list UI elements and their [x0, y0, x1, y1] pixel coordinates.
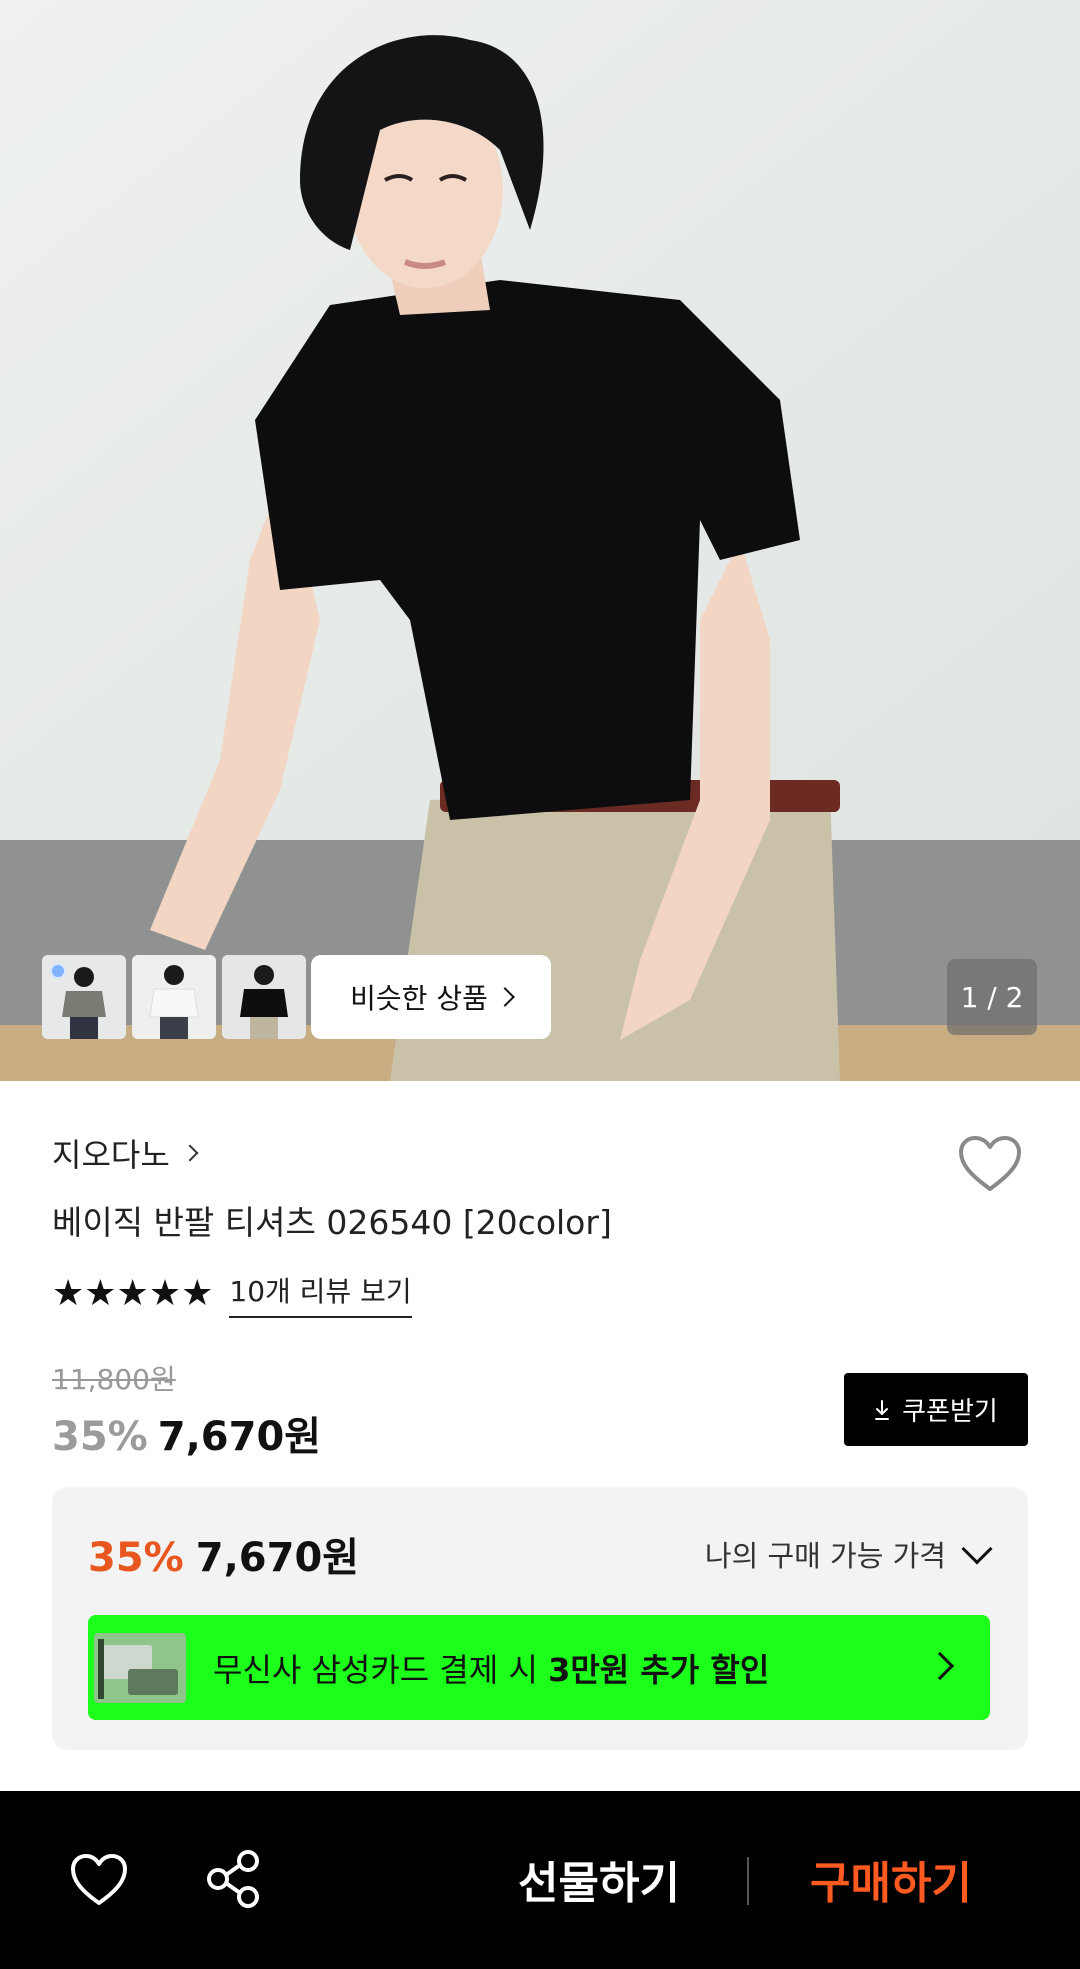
product-photo: [0, 0, 1080, 1081]
similar-products-label: 비슷한 상품: [350, 982, 488, 1015]
review-link[interactable]: 10개 리뷰 보기: [229, 1270, 412, 1318]
similar-products-button[interactable]: 비슷한 상품: [311, 955, 551, 1039]
selected-dot-icon: [50, 963, 66, 979]
promo-text-prefix: 무신사 삼성카드 결제 시: [213, 1651, 549, 1689]
thumbnail-3[interactable]: [222, 955, 306, 1039]
divider: [747, 1857, 749, 1905]
my-price-toggle[interactable]: 나의 구매 가능 가격: [704, 1533, 993, 1575]
my-price-value: 7,670원: [195, 1535, 360, 1581]
original-price: 11,800원: [52, 1363, 176, 1396]
product-image-carousel[interactable]: 비슷한 상품 1 / 2: [0, 0, 1080, 1081]
chevron-right-icon: [925, 1651, 955, 1681]
my-discount-percent: 35%: [88, 1535, 184, 1581]
download-icon: [875, 1399, 890, 1420]
card-promo-image: [88, 1615, 198, 1720]
coupon-download-button[interactable]: 쿠폰받기: [844, 1373, 1028, 1446]
promo-text: 무신사 삼성카드 결제 시 3만원 추가 할인: [213, 1645, 769, 1691]
coupon-label: 쿠폰받기: [902, 1397, 998, 1427]
gift-button[interactable]: 선물하기: [518, 1847, 680, 1911]
star-rating: ★★★★★: [52, 1273, 214, 1314]
promo-text-highlight: 3만원 추가 할인: [548, 1651, 770, 1689]
share-icon[interactable]: [206, 1849, 262, 1909]
chevron-right-icon: [181, 1144, 199, 1162]
thumbnail-2[interactable]: [132, 955, 216, 1039]
brand-link[interactable]: 지오다노: [52, 1130, 199, 1176]
heart-icon[interactable]: [958, 1135, 1022, 1193]
chevron-down-icon: [961, 1533, 993, 1565]
image-page-indicator: 1 / 2: [947, 959, 1037, 1035]
card-promo-banner[interactable]: 무신사 삼성카드 결제 시 3만원 추가 할인: [88, 1615, 990, 1720]
my-price-row: 35% 7,670원: [88, 1525, 359, 1583]
chevron-right-icon: [494, 987, 515, 1007]
heart-icon[interactable]: [70, 1853, 128, 1907]
product-title: 베이직 반팔 티셔츠 026540 [20color]: [52, 1203, 612, 1242]
buy-button[interactable]: 구매하기: [810, 1847, 972, 1911]
brand-name: 지오다노: [52, 1136, 170, 1174]
bottom-action-bar: 선물하기 구매하기: [0, 1791, 1080, 1969]
my-price-label: 나의 구매 가능 가격: [704, 1539, 946, 1573]
sale-price: 7,670원: [157, 1414, 322, 1460]
thumbnail-1[interactable]: [42, 955, 126, 1039]
discount-percent: 35%: [52, 1414, 148, 1460]
my-price-panel: 35% 7,670원 나의 구매 가능 가격 무신사 삼성카드 결제 시 3만원…: [52, 1487, 1028, 1750]
rating-row: ★★★★★ 10개 리뷰 보기: [52, 1270, 412, 1318]
sale-price-row: 35% 7,670원: [52, 1404, 321, 1462]
thumbnail-strip: [42, 955, 306, 1039]
